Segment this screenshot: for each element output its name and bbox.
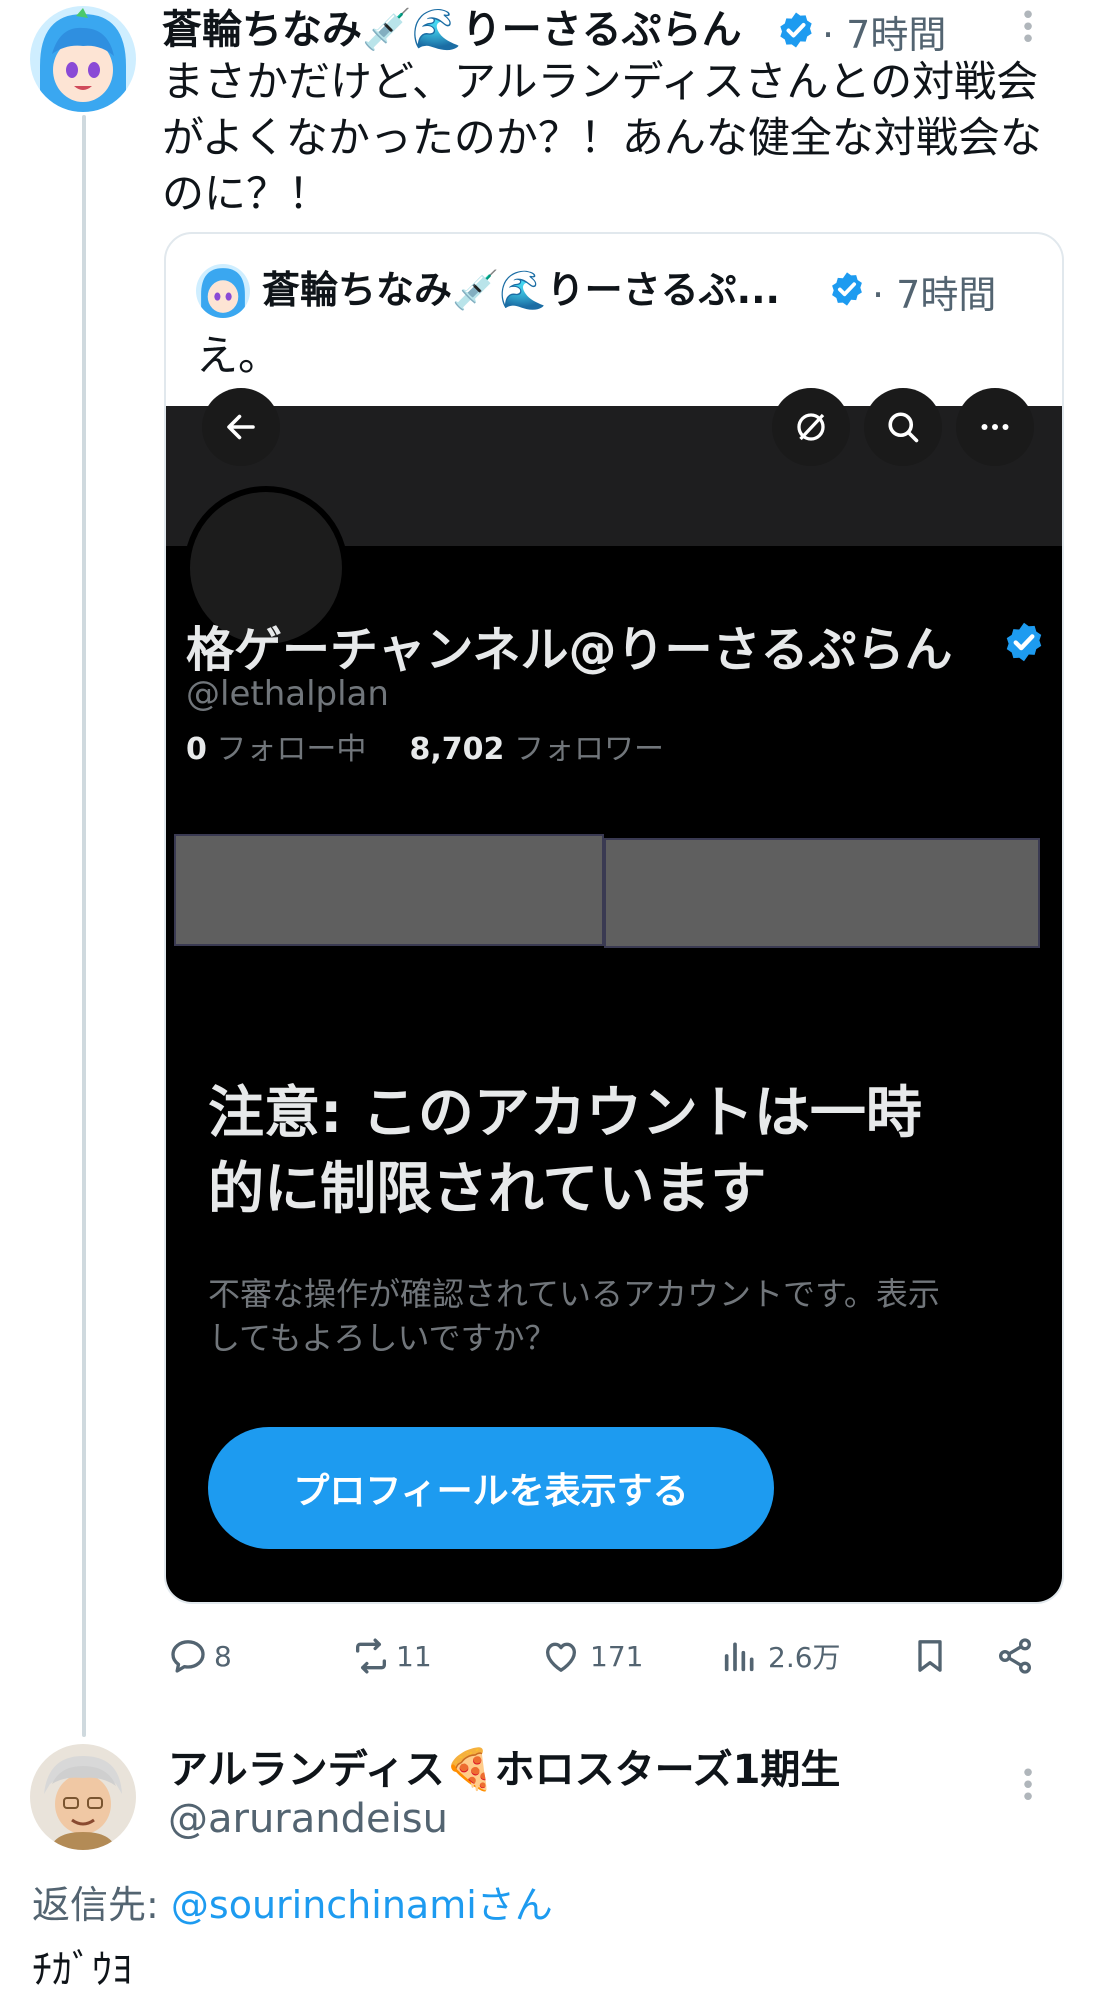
following-count: 0 (186, 732, 207, 767)
quoted-author-name: 蒼輪ちなみ💉🌊りーさるぷ... (262, 268, 780, 312)
warning-title: 注意: このアカウントは一時 的に制限されています (208, 1076, 1028, 1228)
followers-count: 8,702 (409, 732, 505, 767)
reply-button[interactable]: 8 (168, 1636, 232, 1676)
quoted-verified-badge-icon (828, 270, 866, 308)
embedded-screenshot: 格ゲーチャンネル@りーさるぷらん @lethalplan 0 フォロー中 8,7… (166, 388, 1062, 1602)
author-name[interactable]: 蒼輪ちなみ💉🌊りーさるぷらん (162, 4, 742, 56)
like-count: 171 (590, 1639, 644, 1673)
quoted-text: え。 (196, 331, 281, 380)
warning-body-line: してもよろしいですか？ (208, 1319, 557, 1357)
search-icon (864, 388, 942, 466)
warning-body-line: 不審な操作が確認されているアカウントです。表示 (208, 1275, 940, 1313)
reply-text: ﾁｶﾞｳﾖ (32, 1947, 132, 1993)
profile-follow-stats: 0 フォロー中 8,702 フォロワー (186, 724, 664, 768)
grok-icon (772, 388, 850, 466)
reply-author-handle[interactable]: @arurandeisu (168, 1796, 448, 1842)
share-button[interactable] (994, 1636, 1036, 1676)
warning-title-line: 注意: このアカウントは一時 (208, 1081, 922, 1146)
bookmark-icon (918, 1640, 942, 1672)
verified-badge-icon (776, 10, 816, 50)
tweet-text-line: のに？！ (162, 169, 331, 218)
followers-label: フォロワー (513, 732, 664, 767)
reply-count: 8 (214, 1639, 232, 1673)
reply-author-name[interactable]: アルランディス🍕ホロスターズ1期生 (168, 1744, 840, 1796)
retweet-count: 11 (396, 1639, 432, 1673)
view-profile-button: プロフィールを表示する (208, 1427, 774, 1549)
redacted-block (604, 838, 1040, 948)
bookmark-button[interactable] (910, 1636, 950, 1676)
reply-to-prefix: 返信先: (32, 1883, 171, 1927)
retweet-icon (356, 1638, 386, 1674)
reply-icon (171, 1640, 205, 1673)
reply-more-vertical-icon[interactable]: • • • (1018, 1761, 1038, 1811)
views-chart-icon (724, 1642, 754, 1672)
thread-line (82, 115, 86, 1737)
like-button[interactable]: 171 (540, 1636, 643, 1676)
quoted-tweet-card[interactable]: 蒼輪ちなみ💉🌊りーさるぷ... · 7時間 え。 格ゲーチャンネル@りーさるぷら… (164, 232, 1064, 1604)
heart-icon (546, 1642, 576, 1672)
reply-author-avatar[interactable] (30, 1744, 136, 1850)
more-vertical-icon[interactable]: • • • (1018, 3, 1038, 53)
retweet-button[interactable]: 11 (350, 1636, 432, 1676)
author-avatar[interactable] (30, 6, 136, 112)
views-button[interactable]: 2.6万 (720, 1636, 841, 1676)
profile-handle: @lethalplan (186, 674, 389, 714)
profile-verified-badge-icon (1002, 620, 1046, 664)
redacted-block (174, 834, 604, 946)
reply-to-line: 返信先: @sourinchinamiさん (32, 1874, 553, 1929)
quoted-author-avatar (196, 264, 250, 318)
warning-body: 不審な操作が確認されているアカウントです。表示 してもよろしいですか？ (208, 1272, 1028, 1360)
views-count: 2.6万 (768, 1641, 841, 1674)
tweet-text-line: がよくなかったのか？！あんな健全な対戦会な (162, 113, 1042, 162)
tweet-time[interactable]: · 7時間 (822, 4, 946, 59)
profile-name: 格ゲーチャンネル@りーさるぷらん (186, 622, 953, 678)
share-icon (999, 1638, 1031, 1674)
more-horizontal-icon (956, 388, 1034, 466)
reply-to-handle-link[interactable]: @sourinchinamiさん (171, 1883, 553, 1927)
quoted-time: · 7時間 (872, 273, 997, 317)
warning-title-line: 的に制限されています (208, 1157, 767, 1222)
tweet-text-line: まさかだけど、アルランディスさんとの対戦会 (162, 57, 1039, 106)
tweet-text: まさかだけど、アルランディスさんとの対戦会 がよくなかったのか？！あんな健全な対… (162, 54, 1062, 222)
back-arrow-icon (202, 388, 280, 466)
following-label: フォロー中 (216, 732, 367, 767)
